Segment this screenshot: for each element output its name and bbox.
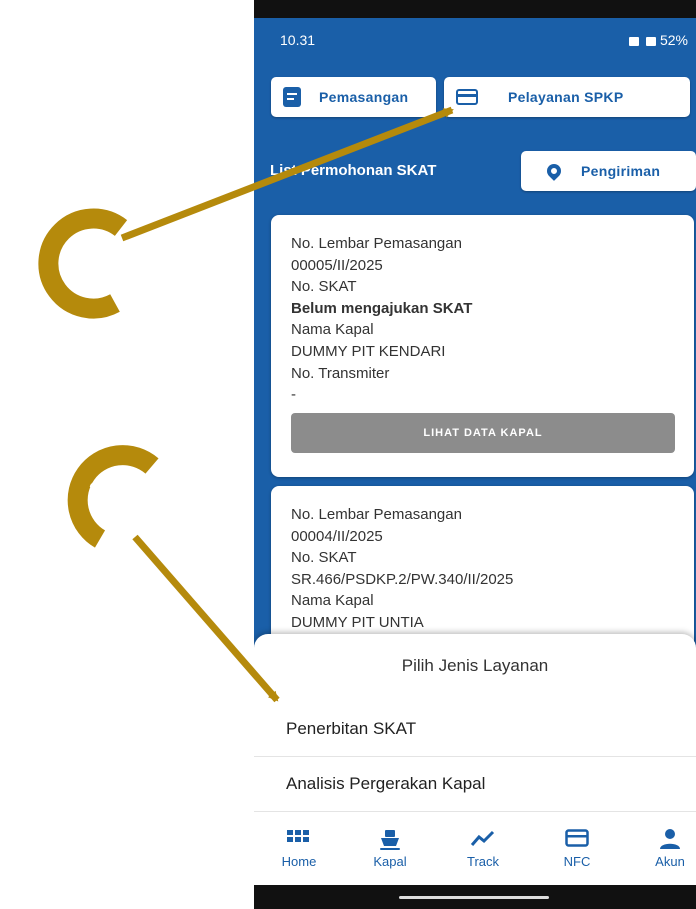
annotation-number: 2 <box>88 478 102 503</box>
annotation-arrow <box>132 534 280 703</box>
annotation-arrow <box>120 106 454 242</box>
annotation-overlay <box>38 106 454 703</box>
annotation-number: 1 <box>65 252 79 277</box>
